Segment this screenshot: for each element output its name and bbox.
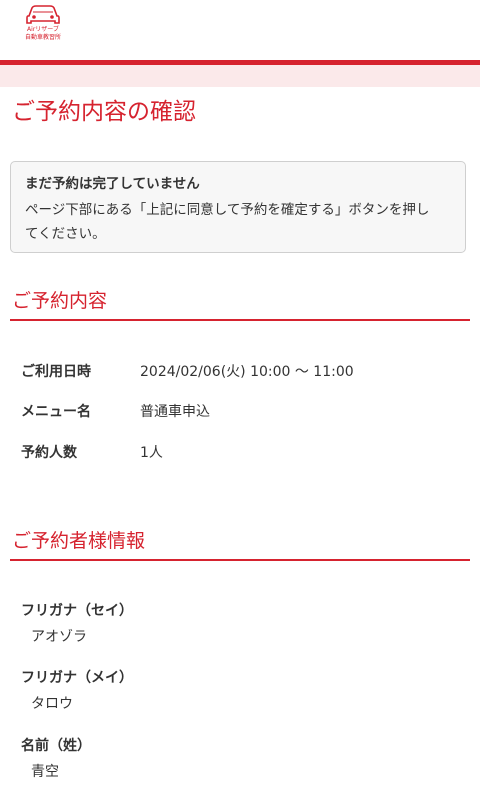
customer-section-heading: ご予約者様情報 — [10, 523, 470, 561]
last-name-label: 名前（姓） — [21, 738, 91, 754]
menu-value: 普通車申込 — [140, 404, 210, 420]
furigana-mei-value: タロウ — [31, 696, 73, 712]
logo-text-line1: Airリザーブ — [27, 26, 59, 33]
furigana-mei-label: フリガナ（メイ） — [21, 670, 133, 686]
header-band — [0, 65, 480, 87]
page-title: ご予約内容の確認 — [12, 99, 196, 125]
reservation-row-people: 予約人数 1人 — [21, 441, 461, 465]
car-icon — [26, 5, 60, 24]
brand-logo[interactable]: Airリザーブ 自動車教習所 — [14, 2, 72, 54]
notice-body-line1: ページ下部にある「上記に同意して予約を確定する」ボタンを押し — [25, 202, 430, 218]
notice-title: まだ予約は完了していません — [25, 176, 200, 192]
furigana-sei-value: アオゾラ — [31, 629, 87, 645]
app-header: Airリザーブ 自動車教習所 — [0, 0, 480, 60]
reservation-row-datetime: ご利用日時 2024/02/06(火) 10:00 〜 11:00 — [21, 360, 461, 384]
last-name-value: 青空 — [31, 764, 59, 780]
reservation-row-menu: メニュー名 普通車申込 — [21, 400, 461, 424]
menu-label: メニュー名 — [21, 404, 91, 420]
people-value: 1人 — [140, 445, 163, 461]
datetime-label: ご利用日時 — [21, 364, 91, 380]
people-label: 予約人数 — [21, 445, 77, 461]
reservation-section-heading: ご予約内容 — [10, 283, 470, 321]
logo-text-line2: 自動車教習所 — [24, 34, 61, 41]
furigana-sei-label: フリガナ（セイ） — [21, 603, 133, 619]
notice-body-line2: てください。 — [25, 226, 106, 242]
incomplete-notice: まだ予約は完了していません ページ下部にある「上記に同意して予約を確定する」ボタ… — [10, 161, 466, 253]
notice-body: ページ下部にある「上記に同意して予約を確定する」ボタンを押し てください。 — [25, 198, 451, 246]
datetime-value: 2024/02/06(火) 10:00 〜 11:00 — [140, 364, 354, 380]
